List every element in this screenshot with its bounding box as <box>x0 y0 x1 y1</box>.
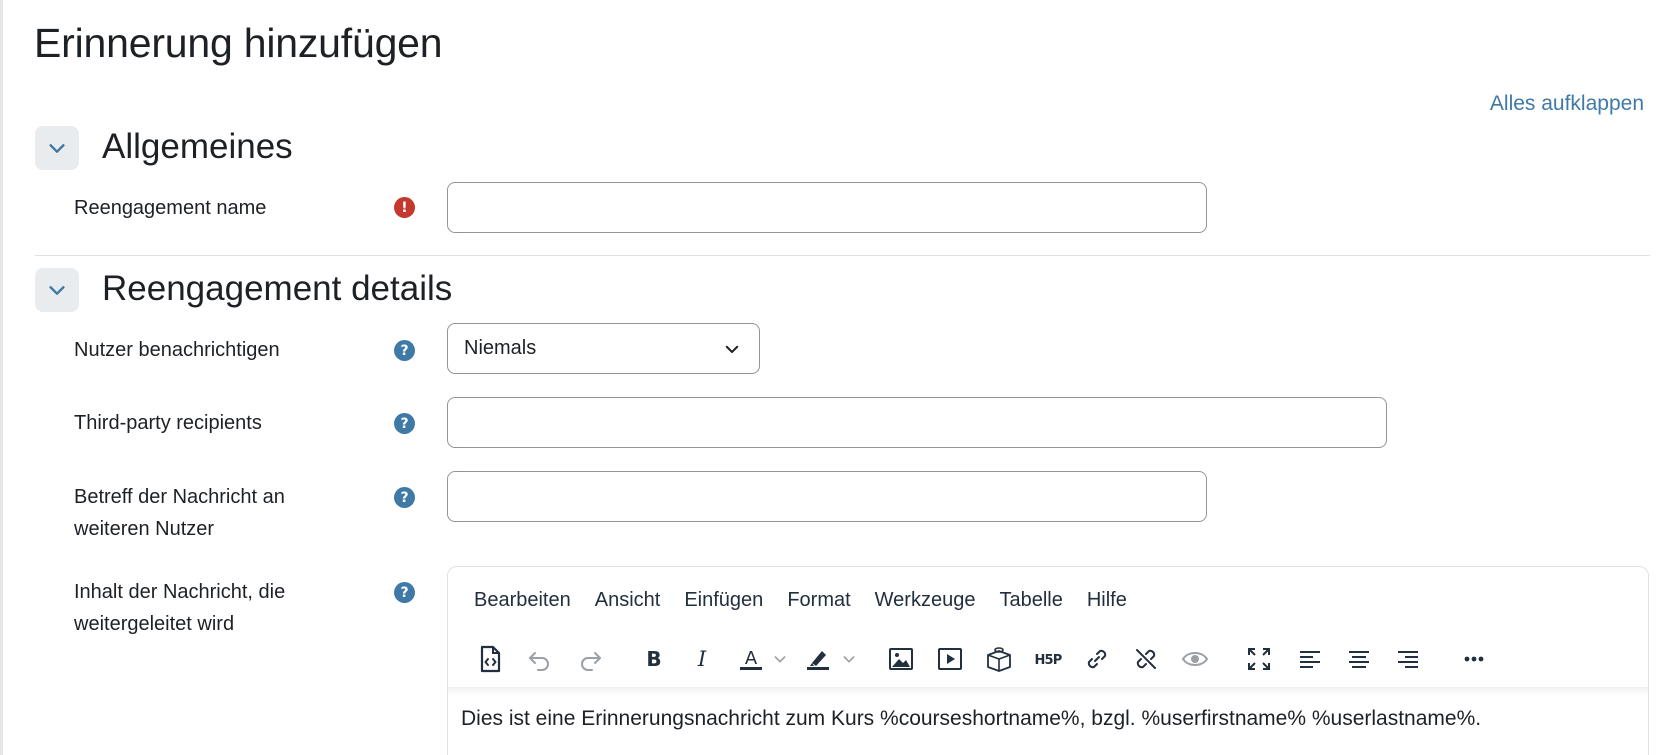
menu-help[interactable]: Hilfe <box>1087 589 1139 612</box>
menu-table[interactable]: Tabelle <box>999 589 1074 612</box>
notify-users-label: Nutzer benachrichtigen <box>74 339 280 361</box>
highlight-button[interactable] <box>798 639 838 679</box>
section-toggle-details[interactable] <box>35 268 79 312</box>
help-icon[interactable]: ? <box>394 487 415 508</box>
more-button[interactable] <box>1454 639 1494 679</box>
unlink-icon <box>1136 649 1156 669</box>
chevron-down-icon <box>843 656 855 663</box>
preview-button[interactable] <box>1175 639 1215 679</box>
page-left-border <box>0 0 3 755</box>
third-party-recipients-label: Third-party recipients <box>74 412 262 434</box>
chevron-down-icon <box>725 345 739 353</box>
menu-view[interactable]: Ansicht <box>595 589 673 612</box>
source-code-icon <box>480 645 501 673</box>
align-left-button[interactable] <box>1290 639 1330 679</box>
undo-button[interactable] <box>520 639 560 679</box>
subject-input[interactable] <box>447 471 1207 522</box>
help-icon[interactable]: ? <box>394 582 415 603</box>
menu-format[interactable]: Format <box>787 589 862 612</box>
fullscreen-button[interactable] <box>1239 639 1279 679</box>
subject-label: Betreff der Nachricht an weiteren Nutzer <box>74 481 344 545</box>
link-button[interactable] <box>1077 639 1117 679</box>
redo-button[interactable] <box>570 639 610 679</box>
message-content-label: Inhalt der Nachricht, die weitergeleitet… <box>74 576 344 640</box>
reengagement-name-label: Reengagement name <box>74 197 267 219</box>
notify-users-selected-value: Niemals <box>464 337 537 359</box>
editor-menubar: Bearbeiten Ansicht Einfügen Format Werkz… <box>474 589 1151 612</box>
rich-text-editor[interactable]: Bearbeiten Ansicht Einfügen Format Werkz… <box>447 566 1649 755</box>
section-title-details: Reengagement details <box>102 269 453 308</box>
menu-edit[interactable]: Bearbeiten <box>474 589 583 612</box>
media-button[interactable] <box>930 639 970 679</box>
reengagement-name-input[interactable] <box>447 182 1207 233</box>
bold-button[interactable]: B <box>634 639 674 679</box>
link-icon <box>1087 649 1107 669</box>
content-label-line2: weitergeleitet wird <box>74 613 235 635</box>
preview-icon <box>1181 652 1209 666</box>
align-center-icon <box>1349 651 1369 668</box>
svg-text:B: B <box>646 647 661 671</box>
menu-insert[interactable]: Einfügen <box>684 589 775 612</box>
more-icon <box>1464 656 1484 662</box>
fullscreen-icon <box>1248 648 1270 670</box>
italic-icon: I <box>697 647 707 671</box>
help-icon[interactable]: ? <box>394 340 415 361</box>
svg-text:H5P: H5P <box>1034 653 1061 668</box>
chevron-down-icon <box>49 144 65 153</box>
help-icon[interactable]: ? <box>394 413 415 434</box>
block-button[interactable] <box>979 639 1019 679</box>
svg-text:I: I <box>697 647 707 671</box>
text-color-button[interactable]: A <box>731 639 771 679</box>
editor-toolbar: B I A H5P <box>474 639 1648 689</box>
toolbar-shadow <box>448 687 1648 695</box>
expand-all-link[interactable]: Alles aufklappen <box>1490 92 1644 116</box>
redo-icon <box>581 652 601 671</box>
image-icon <box>889 648 913 670</box>
align-center-button[interactable] <box>1339 639 1379 679</box>
menu-tools[interactable]: Werkzeuge <box>875 589 988 612</box>
section-toggle-general[interactable] <box>35 126 79 170</box>
chevron-down-icon <box>774 656 786 663</box>
notify-users-select[interactable]: Niemals <box>447 323 760 374</box>
highlight-icon <box>807 651 829 670</box>
subject-label-line2: weiteren Nutzer <box>74 518 215 540</box>
h5p-icon: H5P <box>1034 653 1062 668</box>
chevron-down-icon <box>49 286 65 295</box>
subject-label-line1: Betreff der Nachricht an <box>74 486 285 508</box>
undo-icon <box>529 652 549 671</box>
unlink-button[interactable] <box>1126 639 1166 679</box>
text-color-icon: A <box>740 648 762 670</box>
content-label-line1: Inhalt der Nachricht, die <box>74 581 286 603</box>
h5p-button[interactable]: H5P <box>1028 639 1068 679</box>
media-icon <box>938 648 962 670</box>
image-button[interactable] <box>881 639 921 679</box>
align-left-icon <box>1300 651 1320 668</box>
section-title-general: Allgemeines <box>102 127 293 166</box>
page-title: Erinnerung hinzufügen <box>34 20 443 66</box>
editor-content[interactable]: Dies ist eine Erinnerungsnachricht zum K… <box>461 707 1481 731</box>
source-code-button[interactable] <box>470 639 510 679</box>
text-color-dropdown[interactable] <box>771 639 789 679</box>
block-icon <box>987 647 1011 672</box>
bold-icon: B <box>646 647 661 671</box>
italic-button[interactable]: I <box>682 639 722 679</box>
align-right-button[interactable] <box>1388 639 1428 679</box>
svg-text:A: A <box>745 648 758 669</box>
third-party-recipients-input[interactable] <box>447 397 1387 448</box>
highlight-dropdown[interactable] <box>840 639 858 679</box>
required-icon: ! <box>394 197 415 218</box>
section-divider <box>35 255 1650 256</box>
align-right-icon <box>1398 651 1418 668</box>
